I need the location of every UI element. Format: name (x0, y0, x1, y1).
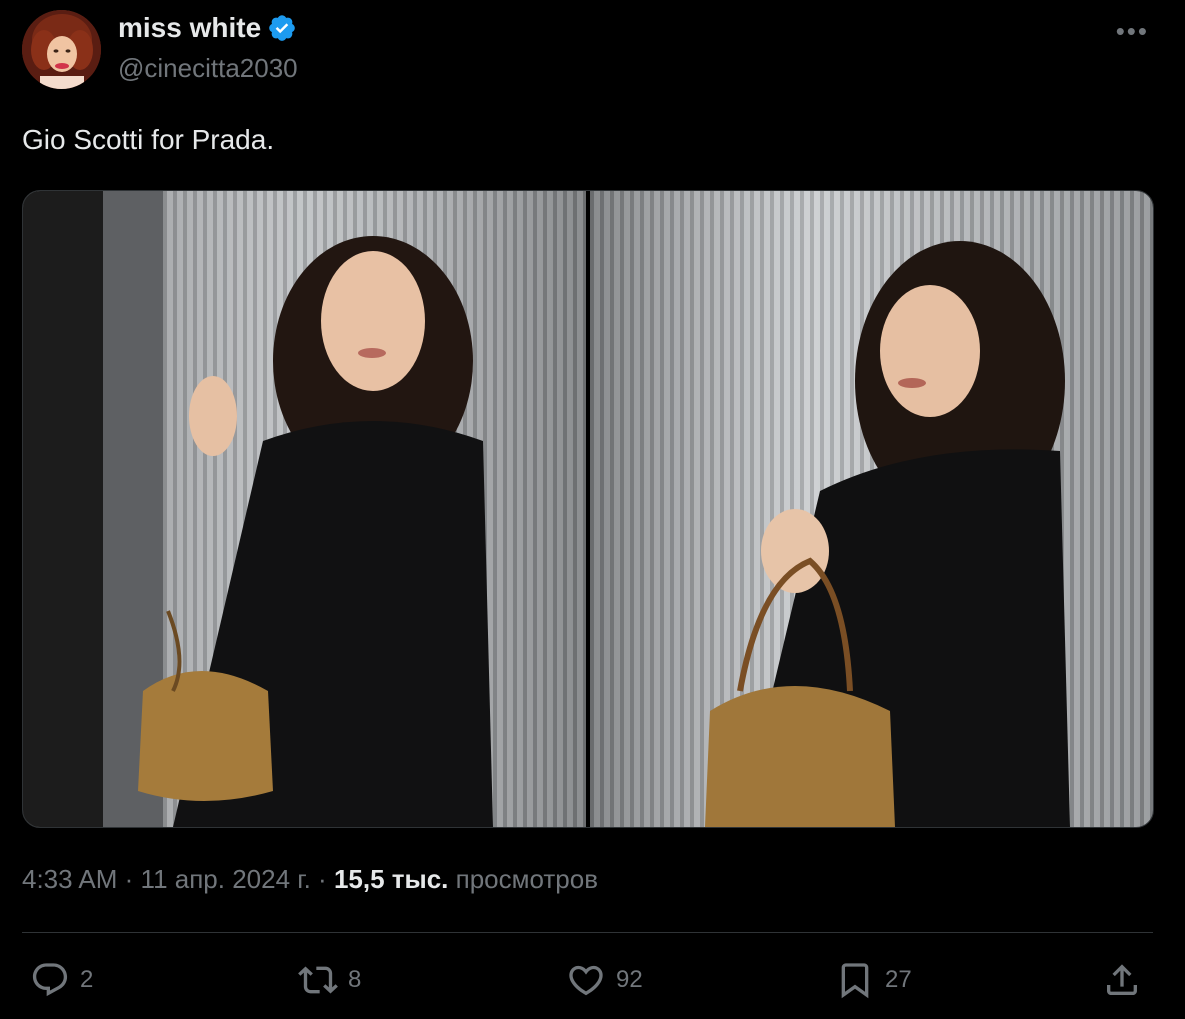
like-button[interactable]: 92 (566, 960, 643, 1000)
display-name[interactable]: miss white (118, 12, 261, 44)
tweet-text: Gio Scotti for Prada. (22, 124, 275, 155)
repost-icon (298, 966, 338, 994)
meta-separator: · (318, 864, 327, 894)
reply-icon (32, 963, 68, 997)
bookmark-count: 27 (885, 966, 912, 993)
reply-count: 2 (80, 966, 94, 993)
repost-button[interactable]: 8 (298, 960, 361, 1000)
author-name-row: miss white (118, 12, 297, 44)
tweet-time[interactable]: 4:33 AM (22, 864, 117, 894)
views-label: просмотров (455, 864, 599, 894)
bookmark-button[interactable]: 27 (835, 960, 912, 1000)
author-handle[interactable]: @cinecitta2030 (118, 53, 298, 84)
tweet-meta: 4:33 AM · 11 апр. 2024 г. · 15,5 тыс. пр… (22, 864, 598, 895)
like-icon (569, 965, 603, 996)
tweet-date[interactable]: 11 апр. 2024 г. (141, 864, 311, 894)
meta-separator: · (124, 864, 134, 894)
more-icon[interactable]: ••• (1116, 16, 1149, 47)
media-grid (22, 190, 1154, 828)
reply-button[interactable]: 2 (30, 960, 93, 1000)
photo-1[interactable] (23, 191, 586, 827)
share-icon (1107, 964, 1137, 995)
bookmark-icon (841, 963, 869, 999)
divider (22, 932, 1153, 933)
views-count: 15,5 тыс. (333, 864, 449, 894)
repost-count: 8 (348, 966, 362, 993)
verified-icon[interactable] (267, 13, 297, 43)
like-count: 92 (616, 966, 643, 993)
avatar[interactable] (22, 10, 101, 89)
share-button[interactable] (1102, 960, 1142, 1000)
photo-2[interactable] (590, 191, 1153, 827)
